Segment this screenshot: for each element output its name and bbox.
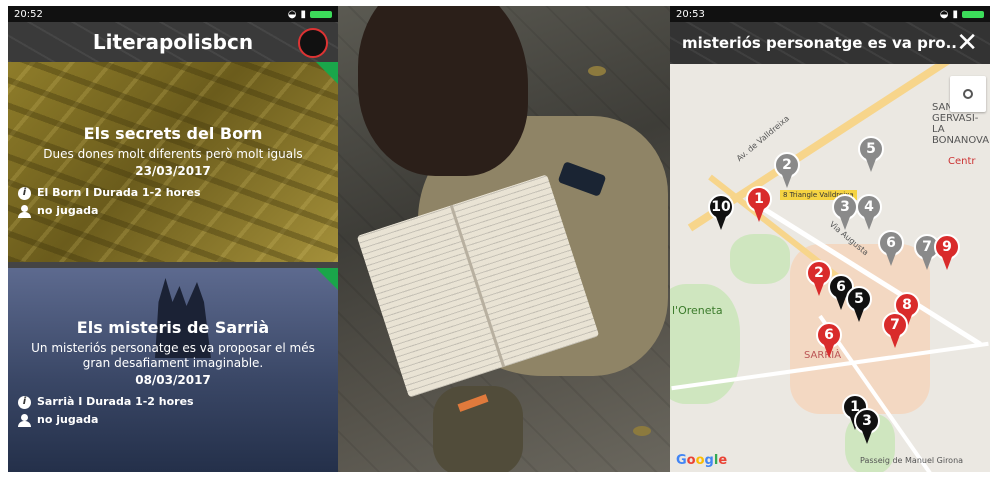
route-location: Sarrià I Durada 1-2 hores (37, 395, 194, 408)
user-icon (18, 204, 31, 218)
map-pin[interactable]: 7 (882, 312, 908, 348)
map-pin[interactable]: 9 (934, 234, 960, 270)
person-hair (358, 6, 528, 176)
status-icons: ◒ ▮ (940, 9, 984, 20)
district-label: Centr (948, 156, 976, 167)
battery-icon (962, 10, 984, 18)
street-label: Passeig de Manuel Girona (860, 456, 964, 465)
map-header: misteriós personatge es va pro... ✕ (670, 22, 990, 64)
map-pin[interactable]: 5 (858, 136, 884, 172)
leaf-decoration (588, 66, 606, 76)
signal-icon: ▮ (952, 8, 958, 20)
route-status: no jugada (37, 204, 99, 217)
status-corner-badge (316, 268, 338, 290)
map-pin[interactable]: 4 (856, 194, 882, 230)
signal-icon: ▮ (300, 8, 306, 20)
app-header: Literapolisbcn (8, 22, 338, 62)
route-location: El Born I Durada 1-2 hores (37, 186, 201, 199)
battery-icon (310, 10, 332, 18)
route-title: Els misteris de Sarrià (76, 318, 270, 337)
status-bar: 20:52 ◒ ▮ (8, 6, 338, 22)
route-card[interactable]: Els misteris de Sarrià Un misteriós pers… (8, 268, 338, 472)
route-title: Els secrets del Born (83, 124, 263, 143)
route-subtitle: Dues dones molt diferents però molt igua… (43, 147, 303, 161)
profile-avatar[interactable] (298, 28, 328, 58)
status-time: 20:53 (676, 8, 705, 20)
info-icon: i (18, 395, 31, 409)
status-time: 20:52 (14, 8, 43, 20)
map-pin[interactable]: 10 (708, 194, 734, 230)
map-screen: 20:53 ◒ ▮ misteriós personatge es va pro… (670, 6, 990, 472)
map-pin[interactable]: 3 (854, 408, 880, 444)
map-pin[interactable]: 1 (746, 186, 772, 222)
map-pin[interactable]: 5 (846, 286, 872, 322)
map-pin[interactable]: 6 (816, 322, 842, 358)
map-pin[interactable]: 6 (878, 230, 904, 266)
screenshot-collage: 20:52 ◒ ▮ Literapolisbcn Els secrets del… (0, 0, 990, 478)
route-card[interactable]: Els secrets del Born Dues dones molt dif… (8, 62, 338, 262)
wifi-icon: ◒ (939, 8, 949, 20)
route-date: 08/03/2017 (135, 373, 211, 387)
status-bar: 20:53 ◒ ▮ (670, 6, 990, 22)
google-logo: Google (676, 453, 728, 468)
wifi-icon: ◒ (287, 8, 297, 20)
info-icon: i (18, 186, 31, 200)
my-location-button[interactable] (950, 76, 986, 112)
route-header-title: misteriós personatge es va pro... (682, 34, 957, 52)
status-corner-badge (316, 62, 338, 84)
route-status: no jugada (37, 413, 99, 426)
user-icon (18, 413, 31, 427)
status-icons: ◒ ▮ (288, 9, 332, 20)
location-icon (963, 89, 973, 99)
map-pin[interactable]: 2 (774, 152, 800, 188)
route-date: 23/03/2017 (135, 164, 211, 178)
reading-photo (338, 6, 670, 472)
map-view[interactable]: SANT GERVASI-LA BONANOVA Centr l'Oreneta… (670, 64, 990, 472)
app-list-screen: 20:52 ◒ ▮ Literapolisbcn Els secrets del… (8, 6, 338, 472)
map-pin[interactable]: 3 (832, 194, 858, 230)
close-icon[interactable]: ✕ (956, 30, 978, 56)
route-subtitle: Un misteriós personatge es va proposar e… (31, 341, 315, 370)
app-title: Literapolisbcn (92, 30, 254, 54)
district-label: l'Oreneta (672, 304, 723, 317)
park-area (730, 234, 790, 284)
leaf-decoration (633, 426, 651, 436)
